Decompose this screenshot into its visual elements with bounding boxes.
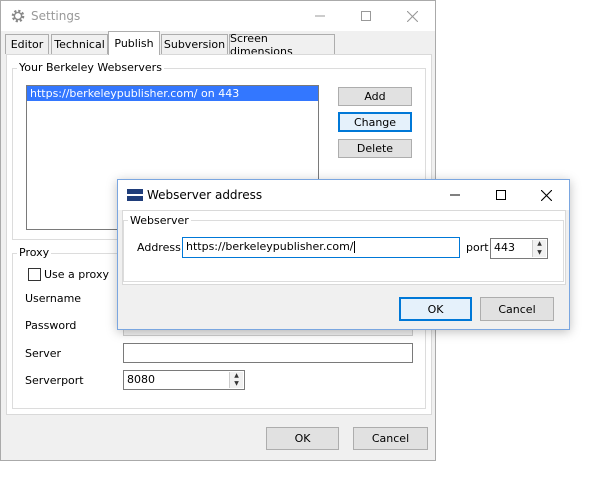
delete-button[interactable]: Delete [338, 139, 412, 158]
tab-subversion[interactable]: Subversion [161, 34, 228, 54]
minimize-icon [450, 194, 460, 196]
server-field[interactable] [123, 343, 413, 363]
list-item[interactable]: https://berkeleypublisher.com/ on 443 [27, 86, 318, 101]
webservers-group-label: Your Berkeley Webservers [17, 61, 164, 74]
tab-technical[interactable]: Technical [51, 34, 108, 54]
app-icon [127, 189, 143, 201]
webserver-group-label: Webserver [128, 214, 191, 227]
server-label: Server [25, 347, 62, 360]
dialog-maximize-button[interactable] [478, 180, 524, 210]
spin-down-icon[interactable]: ▼ [230, 380, 243, 388]
dialog-ok-button[interactable]: OK [399, 297, 472, 321]
dialog-titlebar[interactable]: Webserver address [118, 180, 569, 210]
spin-up-icon[interactable]: ▲ [533, 240, 546, 249]
serverport-label: Serverport [25, 374, 84, 387]
ok-button[interactable]: OK [266, 427, 339, 450]
tab-editor[interactable]: Editor [5, 34, 49, 54]
password-label: Password [25, 319, 77, 332]
close-icon [540, 189, 552, 201]
port-spinner[interactable]: ▲ ▼ [532, 240, 546, 257]
serverport-spinner[interactable]: ▲ ▼ [229, 372, 243, 388]
dialog-close-button[interactable] [523, 180, 569, 210]
cancel-button[interactable]: Cancel [353, 427, 428, 450]
minimize-icon [315, 15, 325, 17]
webserver-address-dialog: Webserver address Webserver Address http… [117, 179, 570, 330]
username-label: Username [25, 292, 82, 305]
settings-title: Settings [31, 9, 81, 23]
maximize-icon [361, 11, 371, 21]
address-label: Address [137, 241, 181, 254]
settings-titlebar[interactable]: Settings [1, 1, 435, 31]
spin-up-icon[interactable]: ▲ [230, 372, 243, 380]
address-input[interactable]: https://berkeleypublisher.com/ [182, 237, 460, 258]
port-label: port [466, 241, 489, 254]
dialog-title: Webserver address [147, 188, 263, 202]
serverport-field[interactable]: 8080 [123, 370, 245, 390]
text-cursor [353, 241, 355, 253]
gear-icon [11, 9, 25, 23]
tab-publish[interactable]: Publish [108, 31, 160, 55]
spin-down-icon[interactable]: ▼ [533, 249, 546, 258]
port-value: 443 [494, 241, 515, 254]
tab-screen-dimensions[interactable]: Screen dimensions [229, 32, 335, 58]
maximize-icon [496, 190, 506, 200]
use-proxy-checkbox[interactable] [28, 268, 41, 281]
proxy-group-label: Proxy [17, 246, 52, 259]
maximize-button[interactable] [343, 1, 389, 31]
use-proxy-label[interactable]: Use a proxy [44, 268, 109, 281]
close-button[interactable] [389, 1, 435, 31]
add-button[interactable]: Add [338, 87, 412, 106]
close-icon [406, 10, 418, 22]
serverport-value: 8080 [127, 373, 155, 386]
address-value: https://berkeleypublisher.com/ [186, 240, 354, 253]
dialog-cancel-button[interactable]: Cancel [480, 297, 554, 321]
minimize-button[interactable] [297, 1, 343, 31]
dialog-minimize-button[interactable] [432, 180, 478, 210]
change-button[interactable]: Change [338, 112, 412, 132]
